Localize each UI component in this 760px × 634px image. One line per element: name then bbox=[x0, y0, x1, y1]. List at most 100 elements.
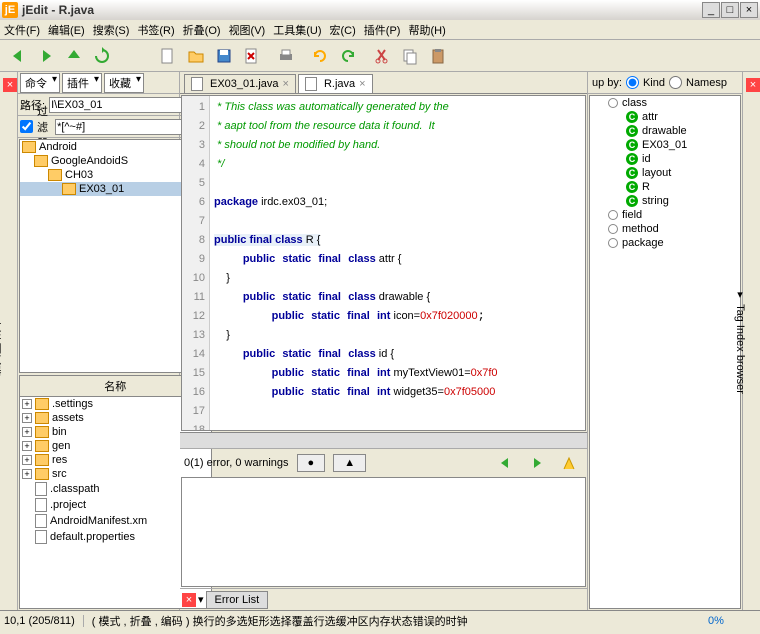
minimize-button[interactable]: _ bbox=[702, 2, 720, 18]
cmd-dropdown[interactable]: 命令 bbox=[20, 73, 60, 93]
tag-item[interactable]: Cstring bbox=[590, 194, 740, 208]
class-icon: C bbox=[626, 167, 638, 179]
column-header-name[interactable]: 名称 bbox=[104, 378, 126, 394]
tab-r[interactable]: R.java× bbox=[298, 74, 373, 93]
tab-ex03[interactable]: EX03_01.java× bbox=[184, 74, 296, 93]
menu-search[interactable]: 搜索(S) bbox=[93, 22, 130, 38]
folder-icon bbox=[62, 183, 76, 195]
groupby-kind-radio[interactable] bbox=[626, 76, 639, 89]
app-logo: jE bbox=[2, 2, 18, 18]
editor-tabs: EX03_01.java× R.java× bbox=[180, 72, 587, 94]
file-icon bbox=[35, 514, 47, 528]
horizontal-scrollbar[interactable] bbox=[180, 432, 587, 448]
fav-dropdown[interactable]: 收藏 bbox=[104, 73, 144, 93]
error-list-tab[interactable]: Error List bbox=[206, 591, 269, 609]
menu-view[interactable]: 视图(V) bbox=[229, 22, 266, 38]
cursor-position: 10,1 (205/811) bbox=[4, 615, 84, 627]
tag-item[interactable]: Cdrawable bbox=[590, 124, 740, 138]
back-icon[interactable] bbox=[6, 44, 30, 68]
code-content[interactable]: * This class was automatically generated… bbox=[210, 96, 585, 430]
warning-filter-button[interactable]: ▲ bbox=[333, 454, 366, 472]
folder-icon bbox=[35, 454, 49, 466]
groupby-namespace-radio[interactable] bbox=[669, 76, 682, 89]
cut-icon[interactable] bbox=[370, 44, 394, 68]
status-percent: 0% bbox=[676, 615, 756, 627]
menu-help[interactable]: 帮助(H) bbox=[408, 22, 445, 38]
right-panel-tab[interactable]: × ▾ Tag Index browser bbox=[742, 72, 760, 610]
tag-item[interactable]: Clayout bbox=[590, 166, 740, 180]
redo-icon[interactable] bbox=[336, 44, 360, 68]
tag-item[interactable]: Cattr bbox=[590, 110, 740, 124]
expand-icon[interactable] bbox=[608, 224, 618, 234]
open-icon[interactable] bbox=[184, 44, 208, 68]
class-icon: C bbox=[626, 153, 638, 165]
save-icon[interactable] bbox=[212, 44, 236, 68]
path-input[interactable] bbox=[49, 97, 201, 113]
expand-icon[interactable] bbox=[608, 210, 618, 220]
expand-icon[interactable]: + bbox=[22, 427, 32, 437]
titlebar: jE jEdit - R.java _ □ × bbox=[0, 0, 760, 20]
left-panel-tab[interactable]: × ▾ 文件浏览器 bbox=[0, 72, 18, 610]
close-file-icon[interactable] bbox=[240, 44, 264, 68]
menu-edit[interactable]: 编辑(E) bbox=[48, 22, 85, 38]
close-tab-icon[interactable]: × bbox=[283, 78, 289, 90]
expand-icon[interactable]: + bbox=[22, 441, 32, 451]
clear-errors-icon[interactable] bbox=[557, 451, 581, 475]
menu-plugins[interactable]: 插件(P) bbox=[364, 22, 401, 38]
tag-item[interactable]: CR bbox=[590, 180, 740, 194]
menu-macro[interactable]: 宏(C) bbox=[330, 22, 356, 38]
print-icon[interactable] bbox=[274, 44, 298, 68]
code-editor[interactable]: 123456789101112131415161718 * This class… bbox=[181, 95, 586, 431]
close-tab-icon[interactable]: × bbox=[359, 78, 365, 90]
menu-file[interactable]: 文件(F) bbox=[4, 22, 40, 38]
class-icon: C bbox=[626, 195, 638, 207]
refresh-icon[interactable] bbox=[90, 44, 114, 68]
filter-checkbox[interactable] bbox=[20, 120, 33, 133]
expand-icon[interactable]: + bbox=[22, 399, 32, 409]
window-title: jEdit - R.java bbox=[22, 3, 94, 17]
status-mode: ( 模式 , 折叠 , 编码 ) 换行的多选矩形选择覆盖行选缓冲区内存状态错误的… bbox=[92, 613, 468, 629]
copy-icon[interactable] bbox=[398, 44, 422, 68]
class-icon: C bbox=[626, 181, 638, 193]
tag-tree[interactable]: class CattrCdrawableCEX03_01CidClayoutCR… bbox=[589, 95, 741, 609]
error-bar: 0(1) error, 0 warnings ● ▲ bbox=[180, 448, 587, 476]
expand-icon[interactable] bbox=[608, 98, 618, 108]
error-panel[interactable] bbox=[181, 477, 586, 587]
close-panel-icon[interactable]: × bbox=[746, 78, 760, 92]
folder-icon bbox=[35, 468, 49, 480]
tag-item: field bbox=[590, 208, 740, 222]
file-icon bbox=[35, 498, 47, 512]
menu-tools[interactable]: 工具集(U) bbox=[273, 22, 321, 38]
close-error-panel-icon[interactable]: × bbox=[182, 593, 196, 607]
error-summary: 0(1) error, 0 warnings bbox=[184, 457, 289, 469]
paste-icon[interactable] bbox=[426, 44, 450, 68]
maximize-button[interactable]: □ bbox=[721, 2, 739, 18]
next-error-icon[interactable] bbox=[525, 451, 549, 475]
folder-icon bbox=[35, 412, 49, 424]
statusbar: 10,1 (205/811) ( 模式 , 折叠 , 编码 ) 换行的多选矩形选… bbox=[0, 610, 760, 630]
menu-fold[interactable]: 折叠(O) bbox=[183, 22, 221, 38]
expand-icon[interactable]: + bbox=[22, 413, 32, 423]
folder-icon bbox=[48, 169, 62, 181]
folder-icon bbox=[22, 141, 36, 153]
groupby-label: up by: bbox=[592, 77, 622, 89]
prev-error-icon[interactable] bbox=[493, 451, 517, 475]
undo-icon[interactable] bbox=[308, 44, 332, 68]
expand-icon[interactable]: + bbox=[22, 469, 32, 479]
menu-bookmark[interactable]: 书签(R) bbox=[137, 22, 174, 38]
error-filter-button[interactable]: ● bbox=[297, 454, 326, 472]
plugins-dropdown[interactable]: 插件 bbox=[62, 73, 102, 93]
close-panel-icon[interactable]: × bbox=[3, 78, 17, 92]
menubar: 文件(F) 编辑(E) 搜索(S) 书签(R) 折叠(O) 视图(V) 工具集(… bbox=[0, 20, 760, 40]
up-icon[interactable] bbox=[62, 44, 86, 68]
tag-item: method bbox=[590, 222, 740, 236]
close-button[interactable]: × bbox=[740, 2, 758, 18]
tag-item[interactable]: Cid bbox=[590, 152, 740, 166]
expand-icon[interactable]: + bbox=[22, 455, 32, 465]
file-icon bbox=[305, 77, 317, 91]
tag-item[interactable]: CEX03_01 bbox=[590, 138, 740, 152]
expand-icon[interactable] bbox=[608, 238, 618, 248]
new-icon[interactable] bbox=[156, 44, 180, 68]
error-panel-dropdown-icon[interactable]: ▾ bbox=[198, 593, 204, 606]
forward-icon[interactable] bbox=[34, 44, 58, 68]
